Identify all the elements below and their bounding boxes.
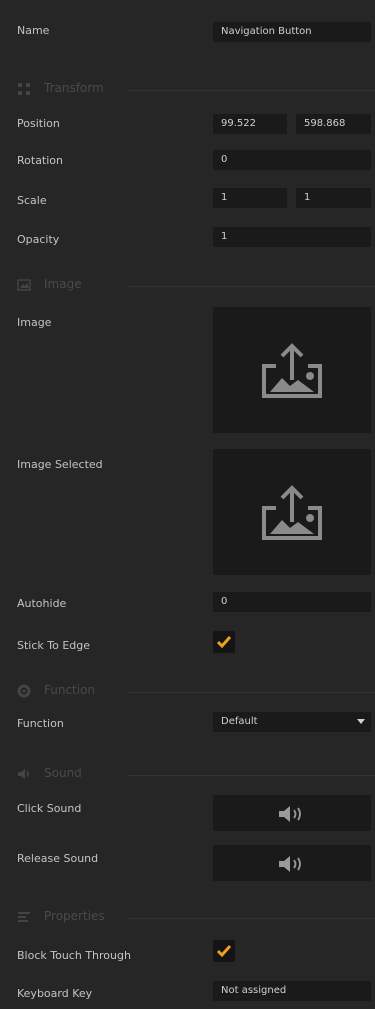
section-divider xyxy=(128,90,375,91)
gear-icon xyxy=(17,684,31,698)
function-title: Function xyxy=(44,683,96,697)
position-label: Position xyxy=(17,117,60,130)
sound-title: Sound xyxy=(44,766,82,780)
transform-title: Transform xyxy=(44,81,104,95)
speaker-icon xyxy=(279,856,301,872)
image-title: Image xyxy=(44,277,82,291)
image-selected-label: Image Selected xyxy=(17,458,103,471)
move-icon xyxy=(18,83,30,95)
picture-icon xyxy=(17,279,31,291)
image-label: Image xyxy=(17,316,52,329)
block-touch-checkbox[interactable] xyxy=(213,940,235,962)
autohide-label: Autohide xyxy=(17,597,67,610)
rotation-label: Rotation xyxy=(17,154,64,167)
stick-to-edge-checkbox[interactable] xyxy=(213,631,235,653)
rotation-field[interactable]: 0 xyxy=(213,150,371,170)
autohide-field[interactable]: 0 xyxy=(213,592,371,612)
function-dropdown[interactable]: Default xyxy=(213,712,371,732)
function-label: Function xyxy=(17,717,64,730)
checkmark-icon xyxy=(216,636,232,649)
properties-panel: Name Navigation Button Transform Positio… xyxy=(0,0,375,1009)
image-upload-icon xyxy=(262,343,322,398)
scale-x-field[interactable]: 1 xyxy=(213,188,287,208)
stick-to-edge-label: Stick To Edge xyxy=(17,639,91,652)
image-upload-icon xyxy=(262,485,322,540)
image-selected-slot[interactable] xyxy=(213,449,371,575)
position-y-field[interactable]: 598.868 xyxy=(296,114,371,134)
properties-section-header[interactable]: Properties xyxy=(0,902,375,932)
chevron-down-icon xyxy=(357,719,365,724)
keyboard-key-label: Keyboard Key xyxy=(17,987,93,1000)
transform-section-header[interactable]: Transform xyxy=(0,74,375,104)
keyboard-key-field[interactable]: Not assigned xyxy=(213,981,371,1001)
function-section-header[interactable]: Function xyxy=(0,676,375,706)
function-value: Default xyxy=(221,716,258,727)
properties-icon xyxy=(18,912,30,922)
scale-label: Scale xyxy=(17,194,47,207)
section-divider xyxy=(128,775,375,776)
click-sound-slot[interactable] xyxy=(213,795,371,831)
section-divider xyxy=(128,286,375,287)
block-touch-label: Block Touch Through xyxy=(17,949,131,962)
checkmark-icon xyxy=(216,945,232,958)
properties-title: Properties xyxy=(44,909,105,923)
click-sound-label: Click Sound xyxy=(17,802,82,815)
opacity-field[interactable]: 1 xyxy=(213,227,371,247)
image-slot[interactable] xyxy=(213,307,371,433)
name-label: Name xyxy=(17,24,50,37)
section-divider xyxy=(128,692,375,693)
speaker-icon xyxy=(279,806,301,822)
position-x-field[interactable]: 99.522 xyxy=(213,114,287,134)
speaker-icon xyxy=(18,769,29,779)
opacity-label: Opacity xyxy=(17,233,60,246)
section-divider xyxy=(128,918,375,919)
scale-y-field[interactable]: 1 xyxy=(296,188,371,208)
name-field[interactable]: Navigation Button xyxy=(213,22,371,42)
release-sound-slot[interactable] xyxy=(213,845,371,881)
release-sound-label: Release Sound xyxy=(17,852,99,865)
image-section-header[interactable]: Image xyxy=(0,270,375,300)
sound-section-header[interactable]: Sound xyxy=(0,759,375,789)
